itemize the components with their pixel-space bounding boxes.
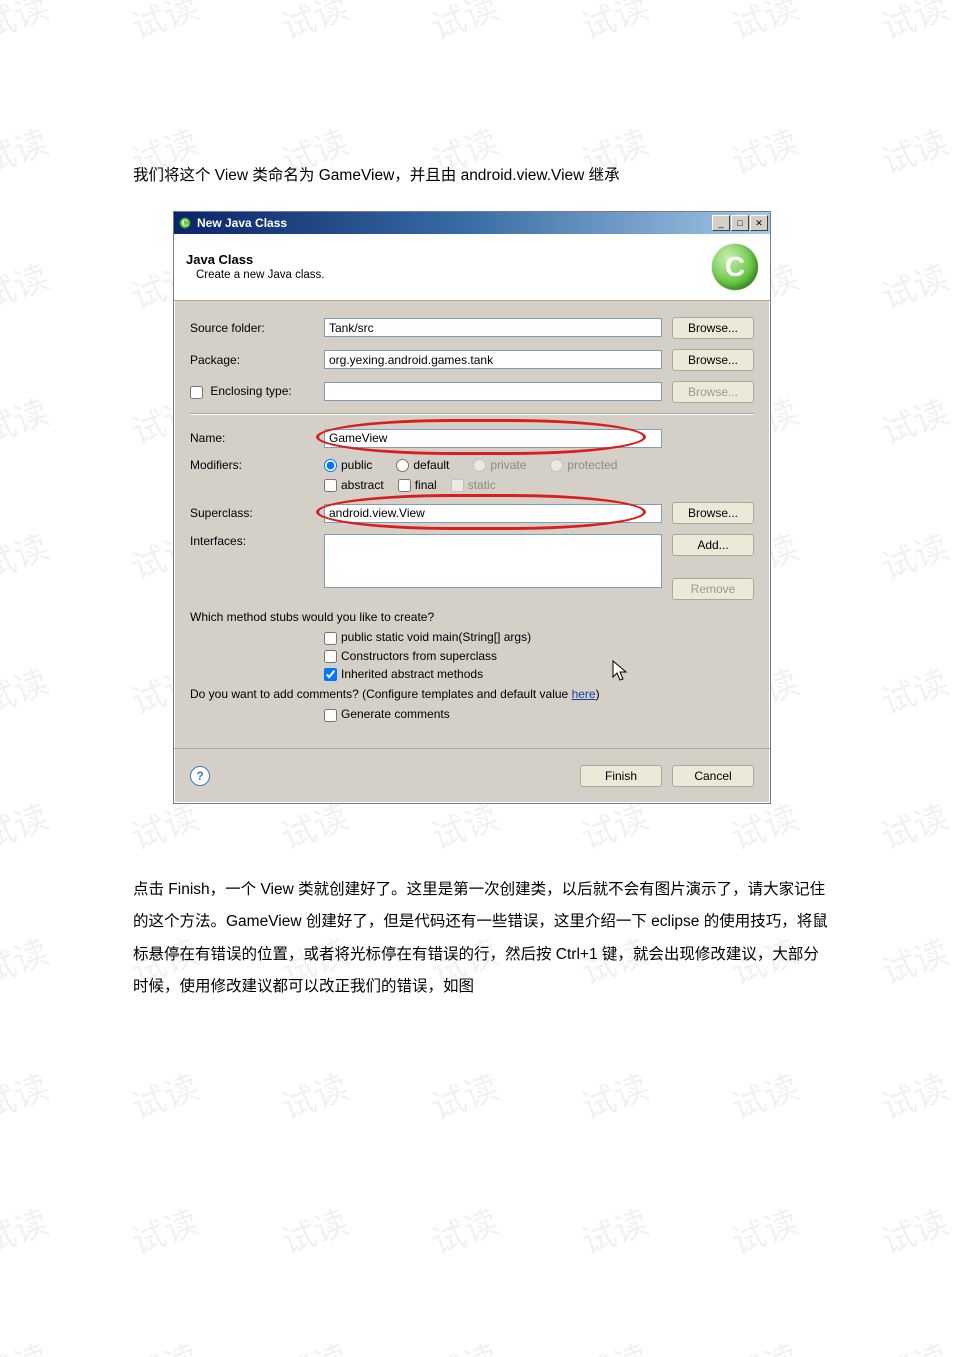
help-icon[interactable]: ? <box>190 766 210 786</box>
modifier-abstract-check[interactable]: abstract <box>324 478 384 492</box>
intro-paragraph: 我们将这个 View 类命名为 GameView，并且由 android.vie… <box>133 160 830 193</box>
enclosing-type-checkbox[interactable] <box>190 386 203 399</box>
interfaces-label: Interfaces: <box>190 534 324 548</box>
close-button[interactable]: ✕ <box>750 215 768 231</box>
svg-text:C: C <box>182 218 189 228</box>
titlebar[interactable]: C New Java Class _ □ ✕ <box>174 212 770 234</box>
cancel-button[interactable]: Cancel <box>672 765 754 787</box>
class-icon: C <box>712 244 758 290</box>
modifiers-label: Modifiers: <box>190 458 324 472</box>
enclosing-type-browse-button: Browse... <box>672 381 754 403</box>
enclosing-type-label: Enclosing type: <box>190 384 324 398</box>
comments-question: Do you want to add comments? (Configure … <box>190 687 754 701</box>
modifier-private-radio: private <box>473 458 526 472</box>
superclass-browse-button[interactable]: Browse... <box>672 502 754 524</box>
source-folder-input[interactable] <box>324 318 662 337</box>
modifier-default-radio[interactable]: default <box>396 458 449 472</box>
name-input[interactable] <box>324 429 662 448</box>
window-icon: C <box>178 216 192 230</box>
stub-constructors-check[interactable]: Constructors from superclass <box>324 649 754 663</box>
comments-here-link[interactable]: here <box>572 687 596 701</box>
interfaces-remove-button: Remove <box>672 578 754 600</box>
window-title: New Java Class <box>197 216 712 230</box>
outro-paragraph: 点击 Finish，一个 View 类就创建好了。这里是第一次创建类，以后就不会… <box>133 874 830 1004</box>
modifier-public-radio[interactable]: public <box>324 458 372 472</box>
package-input[interactable] <box>324 350 662 369</box>
enclosing-type-input <box>324 382 662 401</box>
dialog-banner: Java Class Create a new Java class. C <box>174 234 770 301</box>
finish-button[interactable]: Finish <box>580 765 662 787</box>
minimize-button[interactable]: _ <box>712 215 730 231</box>
stubs-question: Which method stubs would you like to cre… <box>190 610 754 624</box>
interfaces-list[interactable] <box>324 534 662 588</box>
modifier-protected-radio: protected <box>550 458 617 472</box>
banner-heading: Java Class <box>186 252 324 267</box>
modifier-final-check[interactable]: final <box>398 478 437 492</box>
banner-sub: Create a new Java class. <box>196 269 324 281</box>
maximize-button[interactable]: □ <box>731 215 749 231</box>
source-folder-browse-button[interactable]: Browse... <box>672 317 754 339</box>
name-label: Name: <box>190 431 324 445</box>
modifier-static-check: static <box>451 478 496 492</box>
stub-main-check[interactable]: public static void main(String[] args) <box>324 630 754 644</box>
superclass-label: Superclass: <box>190 506 324 520</box>
source-folder-label: Source folder: <box>190 321 324 335</box>
stub-inherited-check[interactable]: Inherited abstract methods <box>324 667 754 681</box>
interfaces-add-button[interactable]: Add... <box>672 534 754 556</box>
generate-comments-check[interactable]: Generate comments <box>324 707 754 721</box>
superclass-input[interactable] <box>324 504 662 523</box>
package-browse-button[interactable]: Browse... <box>672 349 754 371</box>
new-java-class-dialog: C New Java Class _ □ ✕ Java Class Create… <box>173 211 771 804</box>
package-label: Package: <box>190 353 324 367</box>
